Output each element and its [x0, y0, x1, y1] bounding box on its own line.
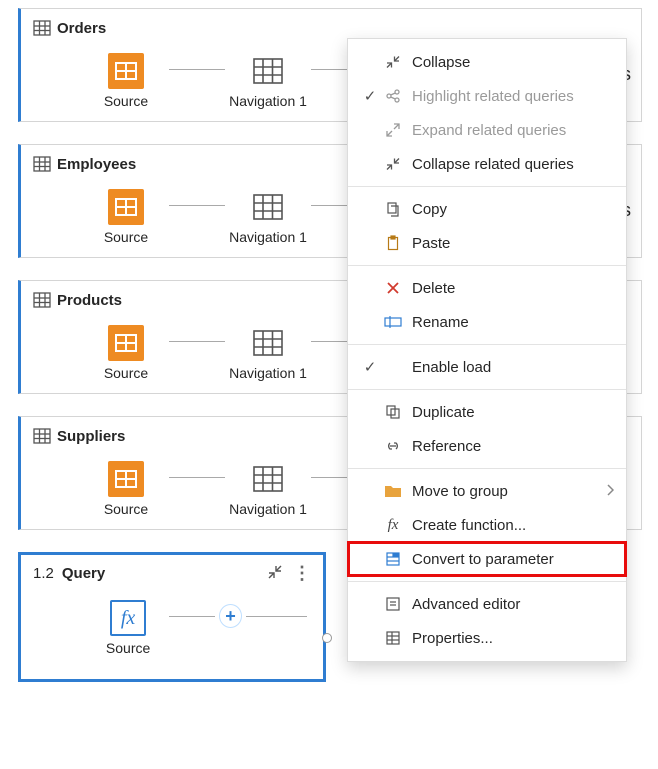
step-row: fx Source + — [33, 596, 309, 660]
menu-item-convert-to-parameter[interactable]: Convert to parameter — [348, 542, 626, 576]
separator — [348, 186, 626, 187]
context-menu: Collapse ✓ Highlight related queries Exp… — [347, 38, 627, 662]
step-source[interactable]: Source — [85, 189, 167, 245]
step-source[interactable]: Source — [85, 53, 167, 109]
card-title: Products — [57, 292, 122, 309]
step-source[interactable]: Source — [85, 325, 167, 381]
menu-item-collapse[interactable]: Collapse — [348, 45, 626, 79]
table-step-icon — [250, 53, 286, 89]
collapse-related-icon — [382, 153, 404, 175]
menu-item-enable-load[interactable]: ✓ Enable load — [348, 350, 626, 384]
connector — [169, 341, 225, 342]
table-icon — [33, 427, 51, 445]
menu-item-copy[interactable]: Copy — [348, 192, 626, 226]
table-icon — [33, 155, 51, 173]
delete-icon — [382, 277, 404, 299]
datasource-icon — [108, 461, 144, 497]
table-step-icon — [250, 325, 286, 361]
step-navigation[interactable]: Navigation 1 — [227, 461, 309, 517]
blank-icon — [382, 356, 404, 378]
menu-item-properties[interactable]: Properties... — [348, 621, 626, 655]
menu-item-delete[interactable]: Delete — [348, 271, 626, 305]
function-icon: fx — [382, 514, 404, 536]
check-icon: ✓ — [358, 358, 382, 376]
add-step-button[interactable]: + — [219, 604, 242, 628]
share-icon — [382, 85, 404, 107]
separator — [348, 468, 626, 469]
menu-item-highlight-related[interactable]: ✓ Highlight related queries — [348, 79, 626, 113]
folder-icon — [382, 480, 404, 502]
query-card-selected[interactable]: 1.2 Query ⋮ fx Source + — [18, 552, 326, 682]
card-title: Suppliers — [57, 428, 125, 445]
menu-item-paste[interactable]: Paste — [348, 226, 626, 260]
table-step-icon — [250, 461, 286, 497]
menu-item-duplicate[interactable]: Duplicate — [348, 395, 626, 429]
datasource-icon — [108, 53, 144, 89]
table-icon — [33, 19, 51, 37]
step-navigation[interactable]: Navigation 1 — [227, 189, 309, 245]
datasource-icon — [108, 325, 144, 361]
menu-item-reference[interactable]: Reference — [348, 429, 626, 463]
more-icon[interactable]: ⋮ — [293, 563, 309, 584]
step-navigation[interactable]: Navigation 1 — [227, 325, 309, 381]
properties-icon — [382, 627, 404, 649]
card-header: 1.2 Query ⋮ — [33, 563, 309, 584]
connector — [169, 616, 215, 617]
collapse-icon — [382, 51, 404, 73]
separator — [348, 265, 626, 266]
separator — [348, 344, 626, 345]
menu-item-collapse-related[interactable]: Collapse related queries — [348, 147, 626, 181]
check-icon: ✓ — [358, 87, 382, 105]
rename-icon — [382, 311, 404, 333]
chevron-right-icon — [606, 483, 614, 500]
menu-item-advanced-editor[interactable]: Advanced editor — [348, 587, 626, 621]
card-title: Employees — [57, 156, 136, 173]
reference-icon — [382, 435, 404, 457]
separator — [348, 389, 626, 390]
table-step-icon — [250, 189, 286, 225]
expand-icon — [382, 119, 404, 141]
connector — [169, 477, 225, 478]
card-header: Orders — [33, 19, 627, 37]
copy-icon — [382, 198, 404, 220]
datasource-icon — [108, 189, 144, 225]
menu-item-create-function[interactable]: fx Create function... — [348, 508, 626, 542]
query-number: 1.2 — [33, 565, 54, 582]
step-navigation[interactable]: Navigation 1 — [227, 53, 309, 109]
card-title: Orders — [57, 20, 106, 37]
parameter-icon — [382, 548, 404, 570]
separator — [348, 581, 626, 582]
connector — [169, 69, 225, 70]
editor-icon — [382, 593, 404, 615]
collapse-icon[interactable] — [267, 564, 283, 584]
connector — [169, 205, 225, 206]
duplicate-icon — [382, 401, 404, 423]
end-node[interactable] — [322, 633, 332, 643]
menu-item-move-to-group[interactable]: Move to group — [348, 474, 626, 508]
fx-icon: fx — [110, 600, 146, 636]
card-title: Query — [62, 565, 105, 582]
menu-item-rename[interactable]: Rename — [348, 305, 626, 339]
table-icon — [33, 291, 51, 309]
connector — [246, 616, 307, 617]
step-source[interactable]: Source — [85, 461, 167, 517]
step-source[interactable]: fx Source — [89, 600, 167, 656]
paste-icon — [382, 232, 404, 254]
menu-item-expand-related[interactable]: Expand related queries — [348, 113, 626, 147]
